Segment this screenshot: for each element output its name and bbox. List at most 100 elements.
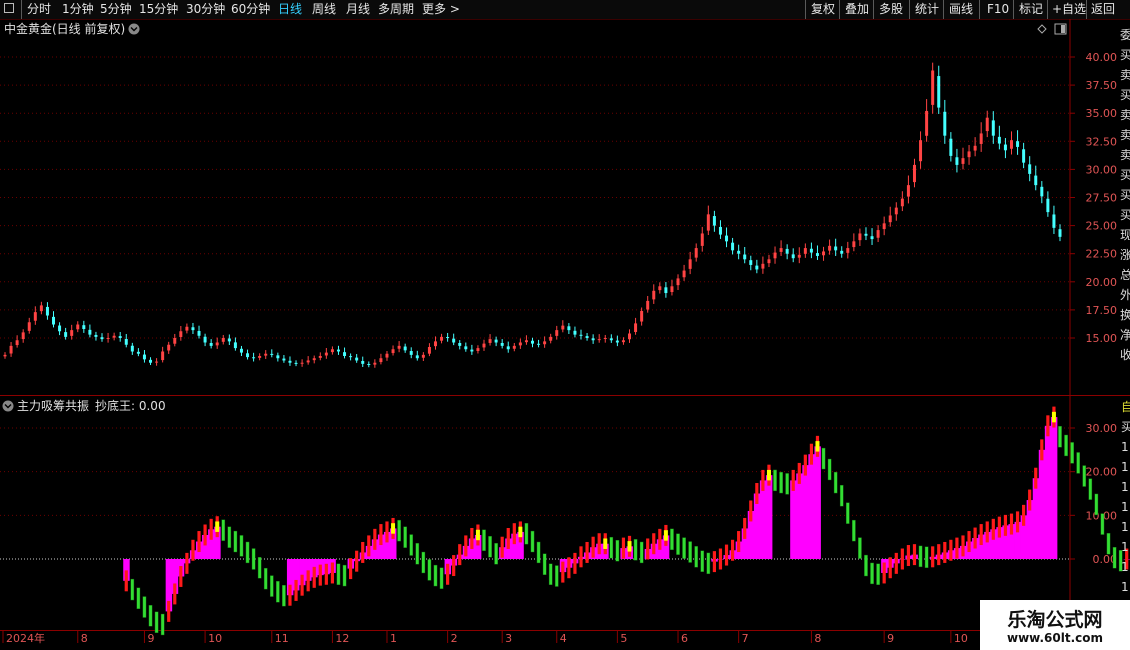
indicator-band-segment xyxy=(1046,415,1050,437)
candle-body xyxy=(464,346,468,350)
indicator-band-segment xyxy=(852,519,856,542)
candle-body xyxy=(815,253,819,256)
candle-body xyxy=(967,151,971,158)
candle-body xyxy=(330,349,334,353)
period-tab-60min[interactable]: 60分钟 xyxy=(231,0,270,19)
indicator-band-segment xyxy=(148,605,153,627)
candle-body xyxy=(82,325,86,330)
indicator-band-segment xyxy=(779,471,783,494)
quote-strip-char: 买 xyxy=(1120,168,1130,182)
candle-body xyxy=(991,120,995,136)
period-tab-multi[interactable]: 多周期 xyxy=(378,0,414,19)
candle-body xyxy=(882,223,886,230)
indicator-peak-mark xyxy=(815,441,820,452)
candle-body xyxy=(409,351,413,355)
period-tab-15min[interactable]: 15分钟 xyxy=(139,0,178,19)
indicator-band-segment xyxy=(421,551,426,574)
fuquan-button[interactable]: 复权 xyxy=(811,0,835,19)
candle-body xyxy=(440,336,444,341)
statistics-button[interactable]: 统计 xyxy=(915,0,939,19)
candle-body xyxy=(470,349,474,352)
overlay-button[interactable]: 叠加 xyxy=(845,0,869,19)
more-menu-button[interactable]: 更多 > xyxy=(422,0,460,19)
indicator-band-segment xyxy=(773,469,777,492)
candle-body xyxy=(221,338,225,342)
indicator-band-segment xyxy=(670,528,674,551)
period-tab-weekly[interactable]: 周线 xyxy=(312,0,336,19)
mark-button[interactable]: 标记 xyxy=(1019,0,1043,19)
candle-body xyxy=(682,270,686,278)
indicator-band-segment xyxy=(397,519,401,542)
indicator-band-segment xyxy=(439,567,444,589)
time-axis-label: 10 xyxy=(208,632,222,645)
candle-body xyxy=(537,343,541,345)
period-tab-30min[interactable]: 30分钟 xyxy=(186,0,225,19)
indicator-band-segment xyxy=(997,516,1001,538)
candle-body xyxy=(318,355,322,358)
candle-body xyxy=(1003,144,1007,151)
candle-body xyxy=(894,207,898,215)
candle-body xyxy=(21,332,25,340)
candle-body xyxy=(1052,214,1056,228)
indicator-options-icon[interactable] xyxy=(2,400,14,412)
price-tick-label: 15.00 xyxy=(1086,332,1118,345)
indicator-band-segment xyxy=(294,579,298,601)
indicator-fill-bar xyxy=(808,454,815,559)
f10-button[interactable]: F10 xyxy=(987,0,1009,19)
time-axis-label: 1 xyxy=(390,632,397,645)
candle-body xyxy=(858,233,862,241)
multi-stock-button[interactable]: 多股 xyxy=(879,0,903,19)
diamond-icon[interactable] xyxy=(1037,24,1047,34)
candle-body xyxy=(258,355,262,358)
indicator-band-segment xyxy=(464,535,468,557)
indicator-band-segment xyxy=(367,535,371,557)
indicator-band-segment xyxy=(1100,513,1105,535)
candle-body xyxy=(15,340,19,346)
indicator-band-segment xyxy=(833,471,838,494)
period-tab-5min[interactable]: 5分钟 xyxy=(100,0,132,19)
candle-body xyxy=(446,337,450,339)
indicator-band-segment xyxy=(548,563,553,585)
indicator-band-segment xyxy=(470,527,474,549)
indicator-band-segment xyxy=(943,541,947,563)
indicator-band-segment xyxy=(949,539,953,561)
indicator-band-segment xyxy=(1112,547,1117,569)
indicator-band-segment xyxy=(203,524,207,546)
panel-toggle-icon[interactable] xyxy=(1054,23,1067,35)
time-axis-label: 8 xyxy=(81,632,88,645)
candle-body xyxy=(749,260,753,265)
back-button[interactable]: 返回 xyxy=(1091,0,1115,19)
period-tab-1min[interactable]: 1分钟 xyxy=(62,0,94,19)
price-tick-label: 30.00 xyxy=(1086,163,1118,176)
indicator-grid xyxy=(0,427,1070,560)
period-tab-monthly[interactable]: 月线 xyxy=(346,0,370,19)
candle-body xyxy=(488,339,492,343)
indicator-band-segment xyxy=(130,578,135,601)
chart-options-icon[interactable] xyxy=(128,23,140,35)
candle-body xyxy=(864,233,868,236)
time-axis-label: 8 xyxy=(814,632,821,645)
candle-body xyxy=(791,254,795,259)
indicator-band-segment xyxy=(573,552,577,574)
period-tab-fenshi[interactable]: 分时 xyxy=(27,0,51,19)
candle-body xyxy=(373,362,377,365)
candle-body xyxy=(45,306,49,316)
quote-strip-char: 1 xyxy=(1121,480,1129,494)
quote-strip-char: 1 xyxy=(1121,440,1129,454)
quote-strip-char: 现 xyxy=(1120,228,1130,242)
quote-strip-char: 1 xyxy=(1121,500,1129,514)
draw-line-button[interactable]: 画线 xyxy=(949,0,973,19)
add-watchlist-button[interactable]: +自选 xyxy=(1052,0,1086,19)
kline-chart[interactable]: 40.00 37.50 35.00 32.50 30.00 27.50 25.00 22.50… xyxy=(0,19,1130,650)
period-tab-daily[interactable]: 日线 xyxy=(278,0,302,19)
indicator-band-segment xyxy=(1082,465,1087,487)
indicator-band-segment xyxy=(864,554,868,577)
indicator-band-segment xyxy=(1003,514,1008,536)
indicator-band-segment xyxy=(1064,434,1068,457)
candle-body xyxy=(312,358,316,361)
candle-body xyxy=(676,278,680,286)
indicator-band-segment xyxy=(506,527,510,549)
window-toggle-icon[interactable] xyxy=(4,3,14,13)
indicator-band-segment xyxy=(221,519,226,541)
candle-body xyxy=(288,360,292,363)
